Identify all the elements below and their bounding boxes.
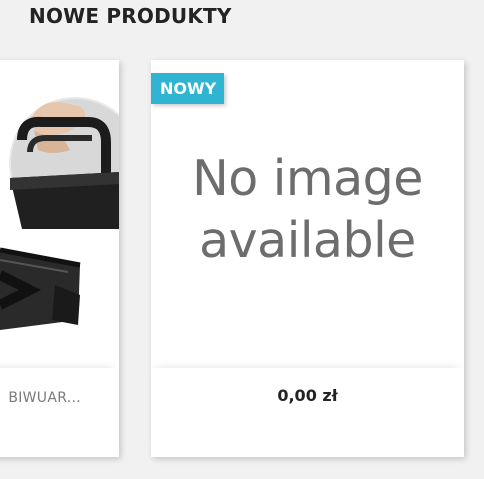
product-card[interactable]: BIWUAR... [0, 60, 119, 457]
no-image-line-2: available [199, 212, 416, 269]
section-title: NOWE PRODUKTY [29, 4, 232, 28]
product-price: 0,00 zł [277, 386, 338, 405]
product-info: 0,00 zł [151, 368, 464, 457]
product-info: BIWUAR... [0, 368, 119, 457]
product-card[interactable]: No image available NOWY 0,00 zł [151, 60, 464, 457]
product-thumbnail[interactable]: No image available NOWY [151, 60, 464, 368]
product-name[interactable]: BIWUAR... [8, 390, 81, 406]
product-thumbnail[interactable] [0, 60, 119, 368]
no-image-placeholder: No image available [151, 148, 464, 272]
no-image-line-1: No image [192, 150, 423, 207]
new-badge: NOWY [151, 73, 225, 104]
new-products-section: NOWE PRODUKTY BIWUAR... No image availab… [0, 0, 484, 479]
briefcase-bag-photo [0, 97, 119, 330]
